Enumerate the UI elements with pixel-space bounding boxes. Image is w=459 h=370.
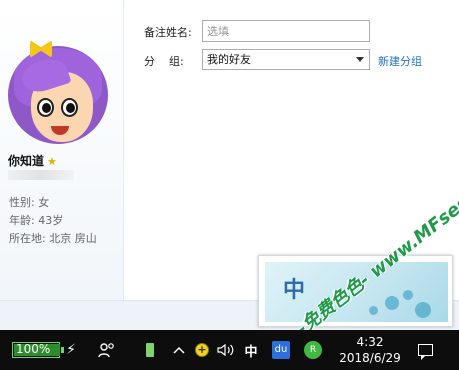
usb-device-icon[interactable] — [143, 330, 157, 370]
gender-info: 性别: 女 — [9, 196, 50, 209]
nickname: 你知道 ★ — [8, 152, 57, 169]
battery-indicator[interactable]: 100% — [12, 342, 64, 358]
group-select-value: 我的好友 — [207, 53, 251, 66]
nickname-text: 你知道 — [8, 154, 45, 168]
bubble-decoration — [369, 306, 378, 315]
baidu-icon-label: du — [272, 341, 290, 359]
wechat-icon-label: R — [304, 341, 322, 359]
bubble-decoration — [385, 296, 399, 310]
battery-percent: 100% — [16, 342, 51, 356]
bubble-decoration — [403, 290, 413, 300]
ime-indicator[interactable]: 中 — [241, 330, 261, 370]
action-center-icon[interactable] — [414, 330, 436, 370]
people-icon[interactable] — [96, 330, 118, 370]
remark-label: 备注姓名: — [144, 26, 192, 39]
clock[interactable]: 4:32 2018/6/29 — [334, 330, 406, 370]
location-info: 所在地: 北京 房山 — [9, 232, 97, 245]
age-info: 年龄: 43岁 — [9, 214, 64, 227]
avatar-right-eye — [61, 98, 78, 117]
blurred-signature — [8, 170, 74, 180]
coin-app-icon[interactable]: + — [194, 330, 210, 370]
star-icon: ★ — [47, 155, 57, 168]
group-select[interactable]: 我的好友 — [202, 49, 370, 70]
clock-time: 4:32 — [356, 335, 384, 349]
remark-input[interactable] — [202, 20, 370, 42]
avatar — [8, 38, 108, 144]
ime-char: 中 — [283, 278, 306, 303]
avatar-mouth — [51, 126, 69, 135]
profile-panel: 你知道 ★ 性别: 女 年龄: 43岁 所在地: 北京 房山 — [0, 0, 124, 300]
bubble-decoration — [415, 302, 431, 318]
volume-icon[interactable] — [216, 330, 236, 370]
dropdown-arrow-icon — [356, 57, 364, 62]
taskbar: 100% ⚡ + 中 du R 4:32 2018/6/29 — [0, 330, 459, 370]
avatar-image — [8, 46, 108, 144]
power-plug-icon[interactable]: ⚡ — [64, 330, 78, 370]
new-group-link[interactable]: 新建分组 — [378, 53, 422, 69]
wechat-icon[interactable]: R — [302, 330, 324, 370]
clock-date: 2018/6/29 — [339, 351, 401, 365]
avatar-left-eye — [37, 98, 54, 117]
show-hidden-icons-chevron-icon[interactable] — [172, 330, 186, 370]
baidu-icon[interactable]: du — [270, 330, 292, 370]
group-label: 分 组: — [144, 55, 184, 68]
